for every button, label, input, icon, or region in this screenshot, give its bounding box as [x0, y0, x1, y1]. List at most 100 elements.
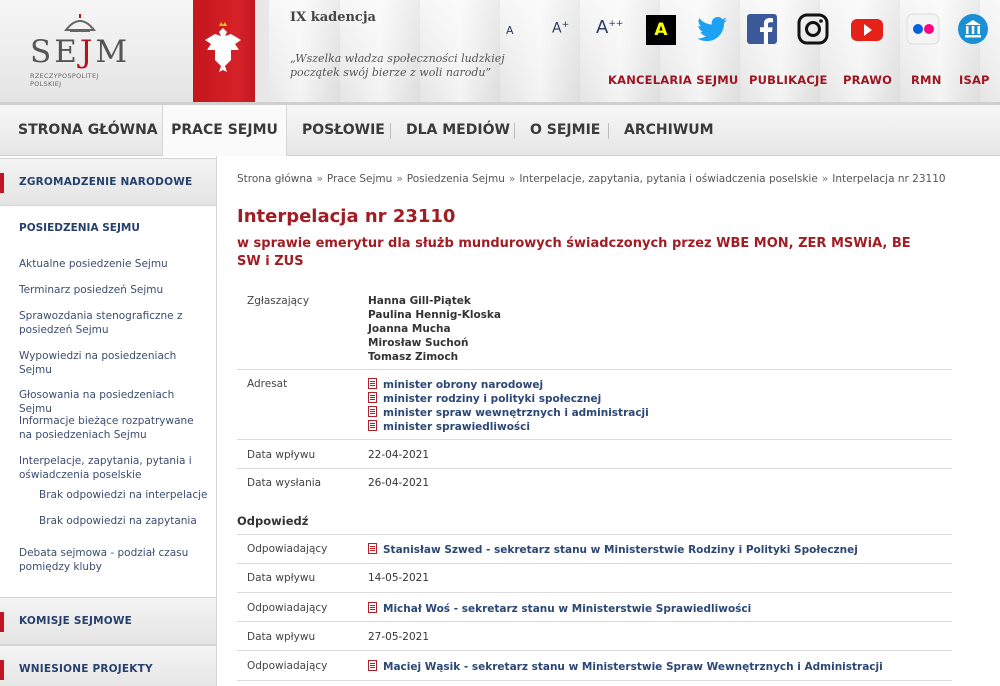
high-contrast-button[interactable]: A — [646, 15, 676, 45]
nav-poslowie[interactable]: POSŁOWIE — [302, 105, 385, 156]
label-odpowiadajacy: Odpowiadający — [247, 602, 328, 614]
link-publikacje[interactable]: PUBLIKACJE — [749, 73, 828, 87]
twitter-icon[interactable] — [695, 12, 729, 46]
font-size-medium-button[interactable]: A+ — [552, 20, 569, 50]
label-zglaszajacy: Zgłaszający — [247, 295, 310, 307]
nav-separator — [608, 123, 609, 139]
sidebar-sublink-brak-interpelacje[interactable]: Brak odpowiedzi na interpelacje — [39, 489, 209, 503]
sidebar: ZGROMADZENIE NARODOWE POSIEDZENIA SEJMU … — [0, 156, 217, 686]
label-data-wyslania: Data wysłania — [247, 477, 322, 489]
main-navigation: STRONA GŁÓWNA PRACE SEJMU POSŁOWIE DLA M… — [0, 102, 1000, 156]
divider — [237, 563, 952, 564]
sidebar-section-komisje[interactable]: KOMISJE SEJMOWE — [0, 597, 216, 645]
sidebar-link-aktualne[interactable]: Aktualne posiedzenie Sejmu — [19, 258, 205, 272]
pdf-icon — [368, 660, 377, 671]
white-eagle-icon — [205, 22, 241, 72]
sidebar-link-wypowiedzi[interactable]: Wypowiedzi na posiedzeniach Sejmu — [19, 350, 205, 377]
zglaszajacy-item: Paulina Hennig-Kloska — [368, 309, 501, 321]
pdf-icon — [368, 602, 377, 613]
logo-subtitle: RZECZYPOSPOLITEJ POLSKIEJ — [30, 72, 99, 88]
zglaszajacy-item: Joanna Mucha — [368, 323, 451, 335]
site-header: SEJM RZECZYPOSPOLITEJ POLSKIEJ IX kadenc… — [0, 0, 1000, 102]
label-odpowiadajacy: Odpowiadający — [247, 543, 328, 555]
link-rmn[interactable]: RMN — [911, 73, 942, 87]
sidebar-section-projekty[interactable]: WNIESIONE PROJEKTY — [0, 645, 216, 686]
sidebar-link-glosowania[interactable]: Głosowania na posiedzeniach Sejmu — [19, 389, 205, 416]
nav-separator — [390, 123, 391, 139]
sejm-logo[interactable]: SEJM RZECZYPOSPOLITEJ POLSKIEJ — [28, 14, 132, 88]
divider — [237, 534, 952, 535]
label-data-wplywu: Data wpływu — [247, 572, 316, 584]
institution-icon[interactable] — [956, 12, 990, 46]
breadcrumb: Strona główna» Prace Sejmu» Posiedzenia Se… — [237, 173, 946, 185]
data-wyslania-value: 26-04-2021 — [368, 477, 430, 489]
page-subtitle: w sprawie emerytur dla służb mundurowych… — [237, 236, 911, 269]
nav-o-sejmie[interactable]: O SEJMIE — [530, 105, 600, 156]
nav-prace-sejmu[interactable]: PRACE SEJMU — [162, 105, 287, 156]
odpowiedz-link[interactable]: Michał Woś - sekretarz stanu w Ministers… — [368, 602, 751, 615]
adresat-link[interactable]: minister obrony narodowej — [368, 378, 543, 391]
odpowiedz-data-wplywu: 27-05-2021 — [368, 631, 430, 643]
sidebar-link-interpelacje[interactable]: Interpelacje, zapytania, pytania i oświa… — [19, 455, 205, 482]
font-size-large-button[interactable]: A++ — [596, 17, 623, 47]
instagram-icon[interactable] — [796, 12, 830, 46]
flickr-icon[interactable] — [906, 12, 940, 46]
label-data-wplywu: Data wpływu — [247, 449, 316, 461]
header-quote: „Wszelka władza społeczności ludzkiej po… — [290, 52, 505, 79]
zglaszajacy-item: Mirosław Suchoń — [368, 337, 469, 349]
sidebar-sublink-brak-zapytania[interactable]: Brak odpowiedzi na zapytania — [39, 515, 209, 529]
kadencja-label: IX kadencja — [290, 10, 376, 25]
breadcrumb-item[interactable]: Strona główna — [237, 173, 312, 185]
divider — [237, 439, 952, 440]
zglaszajacy-item: Hanna Gill-Piątek — [368, 295, 471, 307]
sidebar-link-terminarz[interactable]: Terminarz posiedzeń Sejmu — [19, 284, 205, 298]
odpowiedz-link[interactable]: Stanisław Szwed - sekretarz stanu w Mini… — [368, 543, 858, 556]
sidebar-link-informacje[interactable]: Informacje bieżące rozpatrywane na posie… — [19, 415, 205, 442]
divider — [237, 369, 952, 370]
divider — [237, 650, 952, 651]
sidebar-link-debata[interactable]: Debata sejmowa - podział czasu pomiędzy … — [19, 547, 205, 574]
label-adresat: Adresat — [247, 378, 288, 390]
pdf-icon — [368, 543, 377, 554]
pdf-icon — [368, 406, 377, 417]
odpowiedz-data-wplywu: 14-05-2021 — [368, 572, 430, 584]
sidebar-section-zgromadzenie[interactable]: ZGROMADZENIE NARODOWE — [0, 158, 216, 206]
adresat-link[interactable]: minister spraw wewnętrznych i administra… — [368, 406, 649, 419]
font-size-small-button[interactable]: A — [506, 24, 514, 54]
label-odpowiadajacy: Odpowiadający — [247, 660, 328, 672]
logo-wordmark: SEJM — [30, 34, 131, 70]
link-isap[interactable]: ISAP — [959, 73, 990, 87]
pdf-icon — [368, 420, 377, 431]
adresat-link[interactable]: minister sprawiedliwości — [368, 420, 530, 433]
adresat-link[interactable]: minister rodziny i polityki społecznej — [368, 392, 601, 405]
breadcrumb-item[interactable]: Interpelacje, zapytania, pytania i oświa… — [519, 173, 818, 185]
odpowiedz-link[interactable]: Maciej Wąsik - sekretarz stanu w Ministe… — [368, 660, 883, 673]
polish-flag-banner — [193, 0, 269, 102]
sidebar-link-sprawozdania[interactable]: Sprawozdania stenograficzne z posiedzeń … — [19, 310, 205, 337]
divider — [237, 592, 952, 593]
pdf-icon — [368, 378, 377, 389]
divider — [237, 621, 952, 622]
breadcrumb-item[interactable]: Prace Sejmu — [327, 173, 392, 185]
nav-dla-mediow[interactable]: DLA MEDIÓW — [406, 105, 510, 156]
breadcrumb-current: Interpelacja nr 23110 — [832, 173, 946, 185]
youtube-icon[interactable] — [850, 12, 884, 46]
breadcrumb-item[interactable]: Posiedzenia Sejmu — [407, 173, 505, 185]
link-prawo[interactable]: PRAWO — [843, 73, 892, 87]
divider — [237, 468, 952, 469]
odpowiedz-heading: Odpowiedź — [237, 514, 309, 528]
facebook-icon[interactable] — [745, 12, 779, 46]
sejm-dome-icon — [64, 14, 96, 32]
sidebar-title-posiedzenia[interactable]: POSIEDZENIA SEJMU — [19, 222, 140, 234]
nav-separator — [514, 123, 515, 139]
divider — [237, 680, 952, 681]
page-title: Interpelacja nr 23110 — [237, 206, 456, 227]
nav-archiwum[interactable]: ARCHIWUM — [624, 105, 714, 156]
data-wplywu-value: 22-04-2021 — [368, 449, 430, 461]
zglaszajacy-item: Tomasz Zimoch — [368, 351, 459, 363]
label-data-wplywu: Data wpływu — [247, 631, 316, 643]
main-content: Strona główna» Prace Sejmu» Posiedzenia Se… — [237, 156, 977, 686]
link-kancelaria-sejmu[interactable]: KANCELARIA SEJMU — [608, 73, 738, 87]
pdf-icon — [368, 392, 377, 403]
nav-strona-glowna[interactable]: STRONA GŁÓWNA — [18, 105, 158, 156]
